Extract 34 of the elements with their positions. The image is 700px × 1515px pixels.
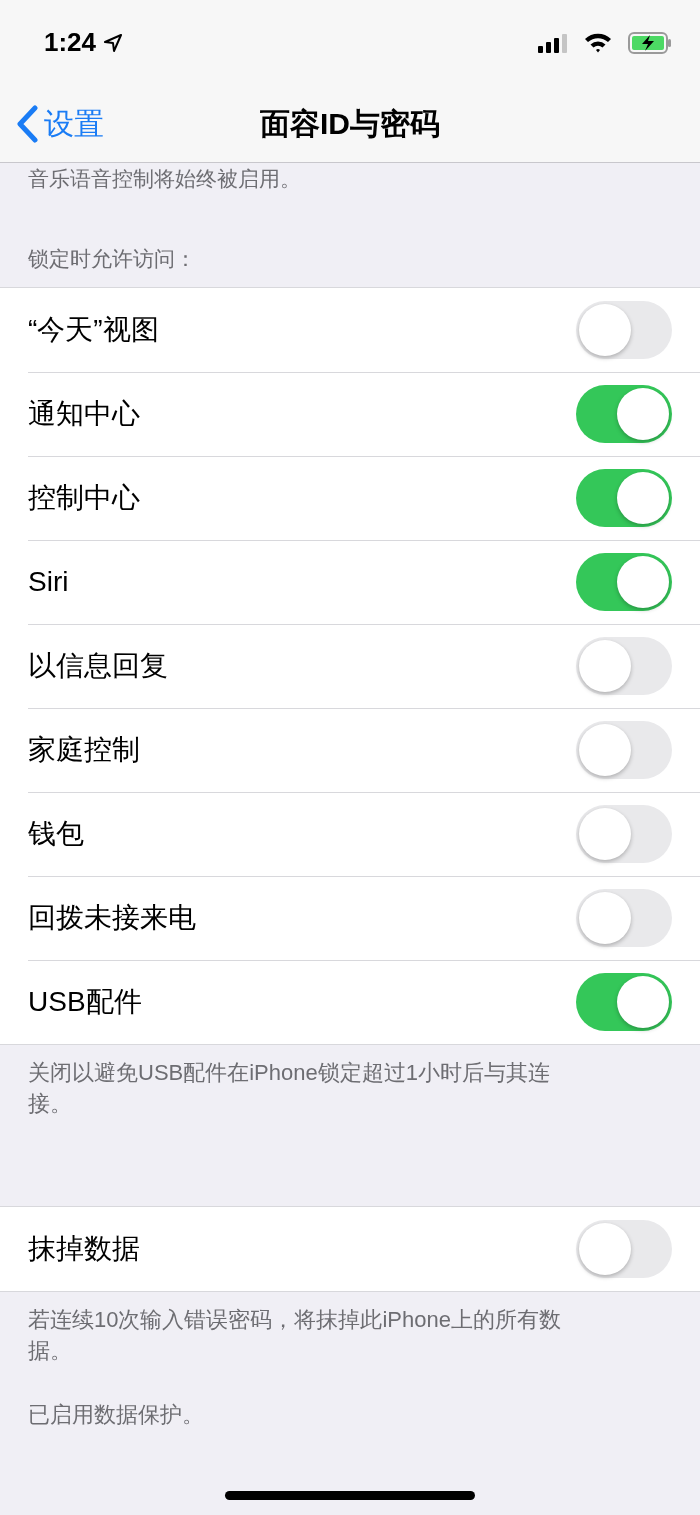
setting-label: 控制中心 [28,480,140,515]
location-icon [104,33,123,52]
setting-label: 以信息回复 [28,648,168,683]
toggle-switch[interactable] [576,552,672,611]
toggle-switch[interactable] [576,804,672,863]
setting-label: 抹掉数据 [28,1231,140,1266]
toggle-switch[interactable] [576,468,672,527]
toggle-switch[interactable] [576,300,672,359]
signal-icon [538,32,568,53]
toggle-switch[interactable] [576,1219,672,1278]
footer-note: 关闭以避免USB配件在iPhone锁定超过1小时后与其连接。 [28,1058,551,1118]
setting-label: 回拨未接来电 [28,900,196,935]
setting-label: 通知中心 [28,396,140,431]
section-header: 锁定时允许访问： [28,247,196,270]
setting-label: 钱包 [28,816,84,851]
toggle-switch[interactable] [576,888,672,947]
wifi-icon [584,32,612,53]
footer-note: 已启用数据保护。 [28,1400,205,1429]
battery-icon [628,31,672,54]
toggle-switch[interactable] [576,972,672,1031]
footer-note: 音乐语音控制将始终被启用。 [28,167,301,190]
back-chevron-icon[interactable] [16,104,38,143]
home-indicator[interactable] [225,1491,475,1500]
status-time: 1:24 [44,26,97,59]
toggle-switch[interactable] [576,636,672,695]
toggle-switch[interactable] [576,384,672,443]
setting-label: Siri [28,564,69,599]
page-title: 面容ID与密码 [260,107,440,140]
footer-note: 若连续10次输入错误密码，将抹掉此iPhone上的所有数据。 [28,1305,562,1365]
setting-label: 家庭控制 [28,732,140,767]
back-button[interactable]: 设置 [0,101,104,146]
toggle-switch[interactable] [576,720,672,779]
setting-label: USB配件 [28,984,142,1019]
setting-label: “今天”视图 [28,312,159,347]
